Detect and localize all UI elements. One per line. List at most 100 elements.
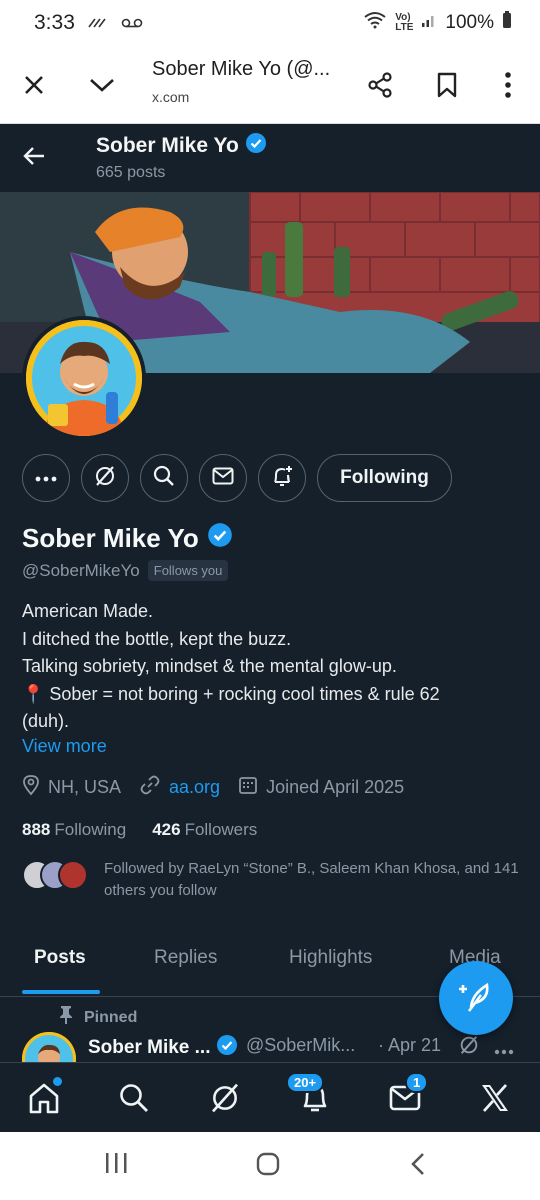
tweet-author[interactable]: Sober Mike ... <box>88 1034 238 1062</box>
link-icon <box>139 774 161 801</box>
followers-count-link[interactable]: 426 Followers <box>152 820 257 840</box>
notifications-badge: 20+ <box>286 1072 325 1093</box>
data-saver-icon <box>87 12 109 35</box>
browser-domain: x.com <box>152 89 190 105</box>
bio-line: American Made. <box>22 601 154 621</box>
more-horizontal-button[interactable] <box>22 454 70 502</box>
website-link[interactable]: aa.org <box>169 777 220 798</box>
close-icon[interactable] <box>8 59 60 111</box>
search-profile-button[interactable] <box>140 454 188 502</box>
signal-icon <box>421 12 437 34</box>
nav-messages[interactable]: 1 <box>383 1072 429 1122</box>
search-icon <box>153 465 175 492</box>
status-bar: 3:33 Vo) LTE 100% <box>0 0 540 46</box>
header-name-text: Sober Mike Yo <box>96 134 239 157</box>
post-count: 665 posts <box>96 164 166 181</box>
back-arrow-icon[interactable] <box>18 140 50 177</box>
nav-grok[interactable] <box>203 1078 247 1122</box>
nav-notifications[interactable]: 20+ <box>286 1072 337 1122</box>
x-logo-icon <box>480 1083 510 1117</box>
battery-level: 100% <box>445 12 494 33</box>
followed-by-avatars <box>22 858 92 890</box>
bio-line: Talking sobriety, mindset & the mental g… <box>22 656 397 676</box>
verified-badge-icon <box>216 1034 238 1062</box>
share-icon[interactable] <box>354 59 406 111</box>
volte-icon: Vo) LTE <box>395 12 414 33</box>
nav-home[interactable] <box>22 1077 66 1122</box>
following-count: 888 <box>22 820 51 839</box>
profile-avatar[interactable] <box>22 316 146 440</box>
more-vert-icon[interactable] <box>482 59 534 111</box>
pinned-label: Pinned <box>58 1005 137 1030</box>
grok-icon[interactable] <box>458 1034 480 1061</box>
compose-post-button[interactable] <box>439 961 513 1035</box>
wifi-icon <box>363 11 387 35</box>
location-pin-icon <box>22 774 40 801</box>
profile-actions <box>22 454 306 502</box>
tweet-time[interactable]: · Apr 21 <box>378 1035 441 1056</box>
bell-plus-icon <box>270 464 294 493</box>
followed-by-text: Followed by RaeLyn “Stone” B., Saleem Kh… <box>104 860 519 899</box>
calendar-icon <box>238 775 258 800</box>
display-name-text: Sober Mike Yo <box>22 523 199 553</box>
tab-posts[interactable]: Posts <box>34 947 86 969</box>
following-count-link[interactable]: 888 Following <box>22 820 126 840</box>
avatar <box>58 860 88 890</box>
more-horizontal-icon[interactable] <box>494 1042 514 1060</box>
pinned-text: Pinned <box>84 1008 138 1026</box>
handle-row: @SoberMikeYo Follows you <box>22 560 229 581</box>
profile-meta: NH, USA aa.org Joined April 2025 <box>22 774 422 801</box>
recent-apps-icon[interactable] <box>104 1152 128 1179</box>
followed-by[interactable]: Followed by RaeLyn “Stone” B., Saleem Kh… <box>22 858 524 902</box>
notify-button[interactable] <box>258 454 306 502</box>
follows-you-badge: Follows you <box>147 560 229 581</box>
messages-badge: 1 <box>405 1072 429 1093</box>
pin-icon <box>58 1005 74 1030</box>
verified-badge-icon <box>245 132 267 160</box>
joined-text: Joined April 2025 <box>266 777 405 797</box>
grok-icon <box>209 1082 241 1119</box>
active-tab-indicator <box>22 990 100 994</box>
pinned-tweet-header[interactable]: Sober Mike ... @SoberMik... · Apr 21 <box>22 1032 532 1086</box>
tab-highlights[interactable]: Highlights <box>289 947 372 969</box>
followers-label: Followers <box>184 820 258 839</box>
nav-x[interactable] <box>473 1078 517 1122</box>
battery-icon <box>502 11 512 35</box>
view-more-link[interactable]: View more <box>22 736 107 757</box>
more-horizontal-icon <box>35 469 57 487</box>
android-navigation-bar <box>0 1132 540 1200</box>
grok-button[interactable] <box>81 454 129 502</box>
clock: 3:33 <box>34 11 75 34</box>
page-title-area[interactable]: Sober Mike Yo (@... x.com <box>152 58 342 105</box>
bottom-navigation: 20+ 1 <box>0 1062 540 1132</box>
chevron-down-icon[interactable] <box>76 59 128 111</box>
message-button[interactable] <box>199 454 247 502</box>
compose-feather-icon <box>459 979 493 1018</box>
website: aa.org <box>139 774 220 801</box>
bio-line: (duh). <box>22 711 70 731</box>
following-label: Following <box>54 820 127 839</box>
search-icon <box>119 1083 149 1118</box>
tweet-author-name: Sober Mike ... <box>88 1037 211 1058</box>
followers-count: 426 <box>152 820 181 839</box>
envelope-icon <box>212 467 234 490</box>
browser-toolbar: Sober Mike Yo (@... x.com <box>0 46 540 124</box>
home-icon <box>27 1081 61 1120</box>
follow-counts: 888 Following 426 Followers <box>22 820 257 840</box>
bookmark-icon[interactable] <box>421 59 473 111</box>
voicemail-icon <box>121 12 143 35</box>
home-button-icon[interactable] <box>256 1152 280 1181</box>
profile-handle: @SoberMikeYo <box>22 560 140 580</box>
bio-line: 📍 Sober = not boring + rocking cool time… <box>22 683 440 704</box>
following-button[interactable]: Following <box>317 454 452 502</box>
profile-bio: American Made. I ditched the bottle, kep… <box>22 598 522 736</box>
verified-badge-icon[interactable] <box>207 522 233 555</box>
grok-icon <box>93 464 117 493</box>
back-icon[interactable] <box>410 1152 426 1181</box>
header-name: Sober Mike Yo <box>96 132 267 160</box>
joined-date: Joined April 2025 <box>238 775 404 800</box>
tab-replies[interactable]: Replies <box>154 947 217 969</box>
bio-line: I ditched the bottle, kept the buzz. <box>22 628 292 649</box>
location-text: NH, USA <box>48 777 122 797</box>
nav-search[interactable] <box>112 1078 156 1122</box>
